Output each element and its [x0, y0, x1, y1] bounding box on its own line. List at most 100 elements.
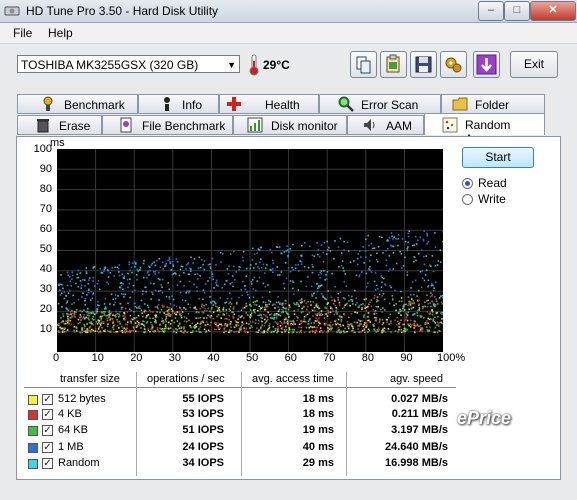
scatter-point [325, 313, 327, 315]
scatter-point [68, 313, 70, 316]
scatter-point [266, 316, 269, 318]
scatter-point [326, 315, 329, 317]
scatter-point [388, 237, 391, 239]
scatter-point [431, 314, 434, 316]
scatter-point [71, 303, 73, 305]
tab-random-access[interactable]: Random Access [424, 113, 545, 146]
x-tick-label: 100% [437, 352, 466, 364]
menu-help[interactable]: Help [48, 26, 73, 40]
menu-file[interactable]: File [13, 26, 32, 40]
scatter-point [317, 253, 319, 256]
scatter-point [367, 312, 370, 314]
scatter-point [228, 318, 230, 321]
download-button[interactable] [473, 51, 500, 78]
scatter-point [164, 323, 167, 326]
scatter-point [120, 308, 123, 310]
scatter-point [377, 330, 379, 332]
scatter-point [434, 264, 437, 267]
scatter-point [403, 323, 405, 326]
scatter-point [412, 306, 415, 309]
scatter-point [211, 275, 214, 278]
scatter-point [429, 295, 432, 298]
scatter-point [243, 317, 245, 319]
save-button[interactable] [410, 51, 437, 78]
scatter-point [112, 322, 114, 324]
scatter-point [286, 249, 289, 251]
scatter-point [134, 262, 137, 264]
series-checkbox[interactable]: ✓ [42, 409, 53, 420]
x-tick-label: 10 [91, 352, 104, 364]
scatter-point [226, 318, 228, 320]
scatter-point [88, 329, 90, 331]
scatter-point [290, 320, 293, 322]
scatter-point [373, 313, 376, 315]
maximize-button[interactable]: □ [504, 1, 530, 21]
tab-error-scan[interactable]: Error Scan [319, 94, 441, 114]
close-button[interactable]: ✕ [530, 1, 576, 21]
scatter-point [356, 311, 358, 314]
scatter-point [190, 268, 192, 270]
copy-text-button[interactable] [350, 51, 377, 78]
scatter-point [176, 284, 179, 287]
options-button[interactable] [440, 51, 467, 78]
scatter-point [170, 308, 173, 310]
tab-disk-monitor[interactable]: Disk monitor [233, 115, 347, 135]
scatter-point [289, 270, 292, 273]
scatter-point [83, 279, 86, 281]
scatter-point [286, 319, 289, 321]
scatter-point [300, 254, 302, 257]
read-radio[interactable] [462, 178, 473, 189]
tab-aam[interactable]: AAM [347, 115, 424, 135]
tab-erase[interactable]: Erase [17, 115, 102, 135]
scatter-point [250, 281, 252, 283]
scatter-point [306, 308, 308, 311]
scatter-point [434, 281, 437, 283]
scatter-point [430, 318, 432, 320]
temperature-readout: 29°C [263, 58, 290, 72]
scatter-point [327, 249, 329, 251]
scatter-point [401, 323, 404, 326]
scatter-point [176, 320, 179, 322]
scatter-point [151, 291, 153, 293]
scatter-point [122, 282, 124, 285]
scatter-point [441, 294, 443, 297]
scatter-point [337, 293, 340, 295]
copy-screenshot-button[interactable] [380, 51, 407, 78]
write-radio[interactable] [462, 194, 473, 205]
series-checkbox[interactable]: ✓ [42, 425, 53, 436]
scatter-point [66, 271, 69, 274]
scatter-point [347, 325, 350, 327]
scatter-point [77, 318, 80, 321]
series-checkbox[interactable]: ✓ [42, 458, 53, 469]
exit-button[interactable]: Exit [510, 51, 558, 78]
scatter-point [288, 251, 290, 253]
scatter-point [314, 330, 317, 332]
drive-select[interactable]: TOSHIBA MK3255GSX (320 GB) ▼ [17, 55, 240, 73]
tab-file-benchmark[interactable]: File Benchmark [102, 115, 233, 135]
thermometer-icon [249, 54, 259, 76]
minimize-button[interactable]: – [478, 1, 504, 21]
scatter-point [250, 305, 252, 307]
copy-icon [356, 56, 371, 74]
scatter-point [427, 330, 429, 333]
scatter-point [229, 305, 232, 308]
scatter-point [244, 329, 246, 332]
scatter-point [197, 267, 200, 270]
series-checkbox[interactable]: ✓ [42, 442, 53, 453]
scatter-point [67, 317, 69, 320]
scatter-point [190, 256, 192, 259]
scatter-point [84, 317, 86, 319]
tab-folder-usage[interactable]: Folder Usage [441, 94, 545, 126]
tab-label: Benchmark [64, 98, 125, 112]
scatter-point [75, 311, 77, 314]
tab-info[interactable]: Info [138, 94, 219, 114]
tab-health[interactable]: Health [219, 94, 319, 114]
tab-benchmark[interactable]: Benchmark [17, 94, 138, 114]
series-checkbox[interactable]: ✓ [42, 394, 53, 405]
speed-value: 0.211 MB/s [391, 408, 448, 420]
scatter-point [189, 306, 191, 309]
scatter-point [175, 331, 178, 334]
start-button[interactable]: Start [462, 147, 534, 168]
scatter-point [285, 317, 287, 319]
scatter-point [246, 294, 249, 296]
